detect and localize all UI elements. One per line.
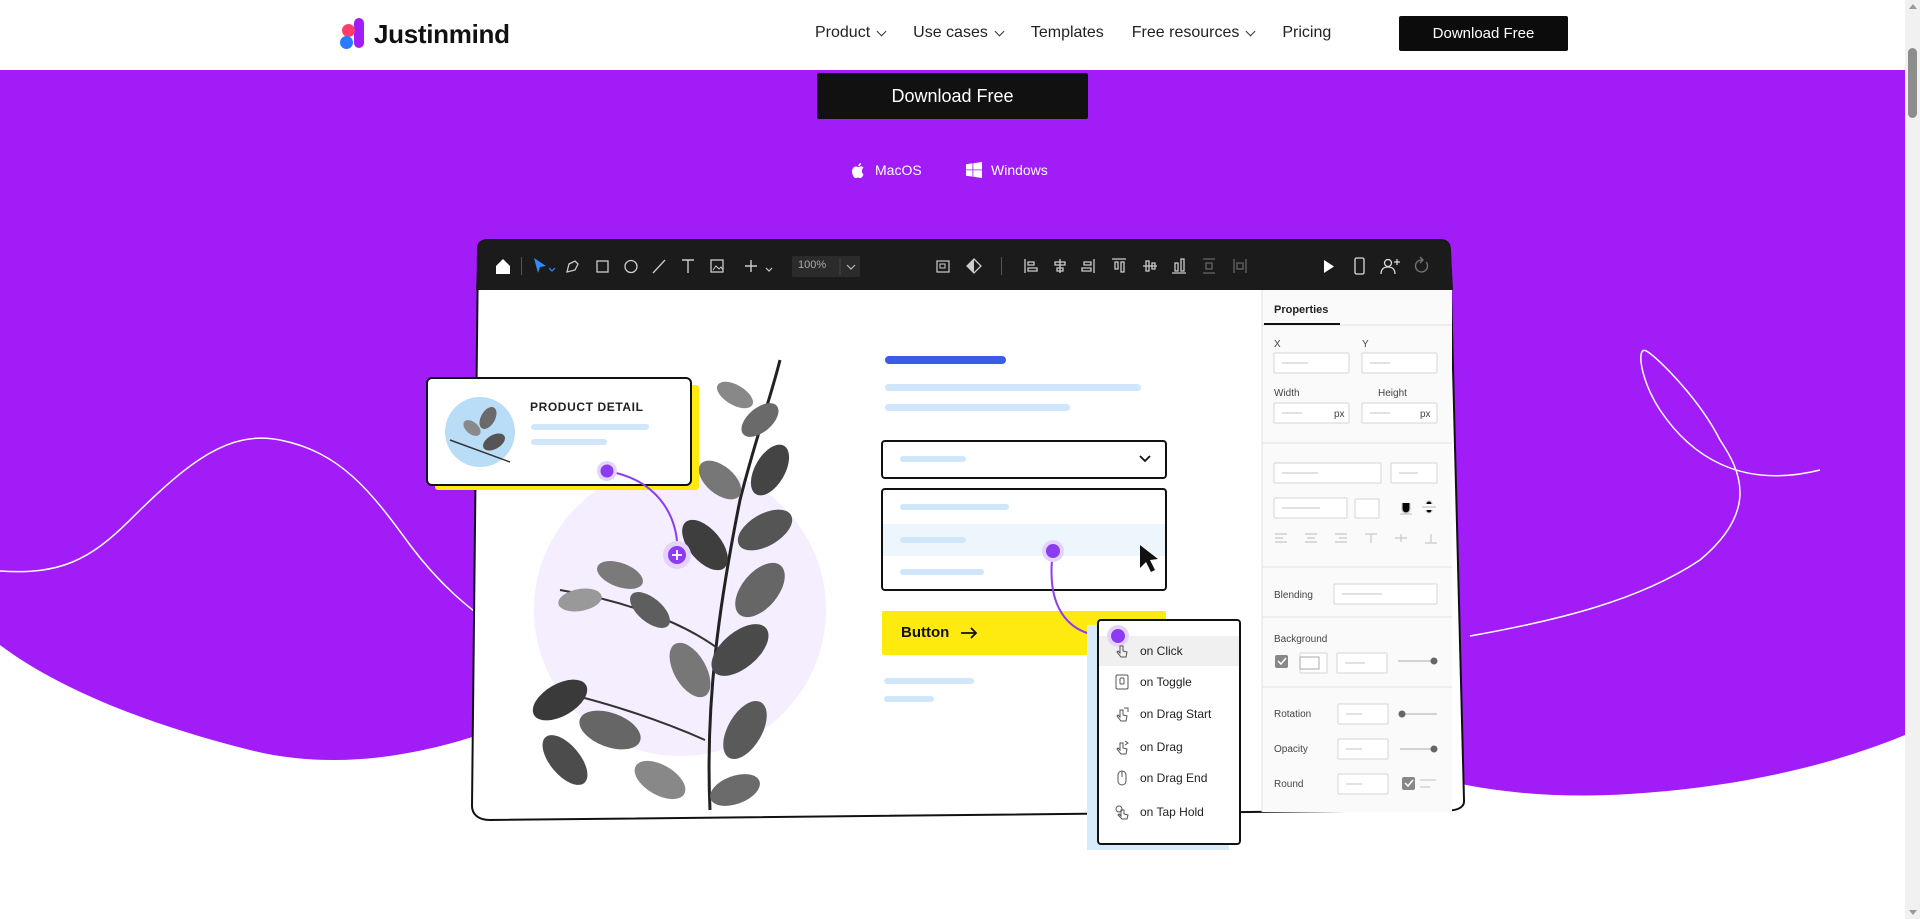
event-label: on Toggle [1140,675,1192,689]
prop-unit: px [1334,409,1345,420]
platform-label: Windows [991,162,1048,178]
nav-label: Product [815,24,871,41]
prop-rotation-label: Rotation [1274,709,1311,720]
prop-background-label: Background [1274,634,1327,645]
page-scrollbar[interactable] [1905,0,1920,919]
logo-text: Justinmind [374,18,510,49]
scroll-thumb[interactable] [1908,48,1917,118]
event-label: on Tap Hold [1140,805,1204,819]
chevron-down-icon [1245,26,1256,36]
prop-unit: px [1420,409,1431,420]
drag-start-icon [1114,706,1130,722]
prop-x-label: X [1274,339,1281,350]
event-on-click[interactable]: on Click [1098,637,1240,665]
event-on-drag[interactable]: on Drag [1098,733,1240,761]
logo-mark-icon [338,16,368,52]
hero-background [0,70,1905,796]
scroll-down-icon[interactable] [1909,910,1917,915]
event-on-drag-start[interactable]: on Drag Start [1098,700,1240,728]
nav-item-templates[interactable]: Templates [1031,24,1104,42]
event-on-toggle[interactable]: on Toggle [1098,668,1240,696]
header-download-button[interactable]: Download Free [1399,16,1568,51]
event-label: on Drag [1140,740,1183,754]
mockup-button[interactable]: Button [901,624,979,641]
apple-icon [852,163,864,178]
chevron-down-icon [876,26,887,36]
arrow-right-icon [961,626,978,639]
drag-end-icon [1114,770,1130,786]
toggle-icon [1114,674,1130,690]
prop-height-label: Height [1378,388,1407,399]
event-on-tap-hold[interactable]: on Tap Hold [1098,798,1240,826]
event-label: on Drag End [1140,771,1208,785]
nav-label: Free resources [1131,24,1240,41]
prop-round-label: Round [1274,779,1303,790]
button-label: Button [901,624,950,641]
pointer-click-icon [1114,643,1130,659]
drag-icon [1114,739,1130,755]
nav-label: Templates [1030,24,1104,41]
platform-label: MacOS [875,162,922,178]
product-detail-title: PRODUCT DETAIL [530,400,644,414]
app-mockup: X Y Width Height px px Blending Backgrou… [426,239,1466,850]
zoom-level[interactable]: 100% [798,259,826,271]
nav-label: Use cases [913,24,988,41]
windows-icon [966,162,982,178]
site-header: Justinmind Product Use cases Templates F… [0,0,1905,70]
nav-item-product[interactable]: Product [815,24,887,42]
nav-item-free-resources[interactable]: Free resources [1131,24,1256,42]
platform-macos[interactable]: MacOS [852,162,922,178]
prop-width-label: Width [1274,388,1300,399]
event-on-drag-end[interactable]: on Drag End [1098,764,1240,792]
logo[interactable]: Justinmind [338,14,510,54]
prop-blending-label: Blending [1274,590,1313,601]
tap-hold-icon [1114,804,1130,820]
main-nav: Product Use cases Templates Free resourc… [815,24,1359,42]
scroll-up-icon[interactable] [1909,4,1917,9]
event-label: on Drag Start [1140,707,1212,721]
nav-label: Pricing [1282,24,1332,41]
prop-opacity-label: Opacity [1274,744,1308,755]
page: Justinmind Product Use cases Templates F… [0,0,1920,919]
chevron-down-icon [994,26,1005,36]
event-label: on Click [1140,644,1183,658]
prop-y-label: Y [1362,339,1369,350]
hero-download-button[interactable]: Download Free [817,73,1088,119]
platform-windows[interactable]: Windows [966,162,1048,178]
nav-item-use-cases[interactable]: Use cases [913,24,1005,42]
properties-panel-title: Properties [1274,304,1329,316]
nav-item-pricing[interactable]: Pricing [1282,24,1331,42]
